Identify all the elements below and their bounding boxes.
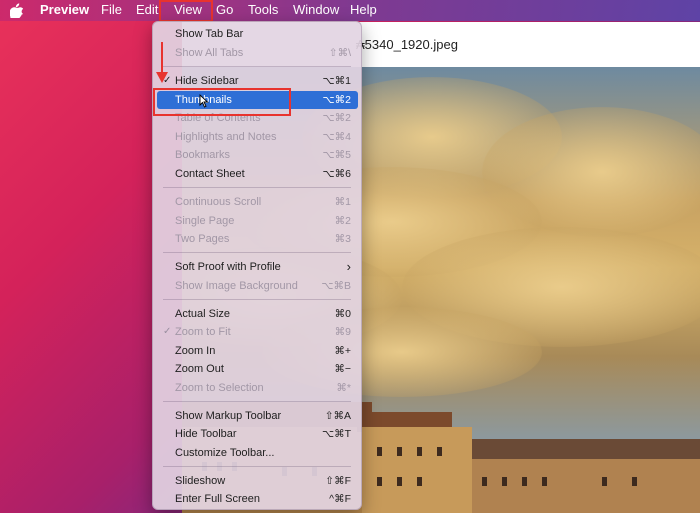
menu-item-zoom-to-selection: Zoom to Selection ⌘*	[157, 379, 358, 397]
menu-item-shortcut: ⌘3	[334, 233, 351, 245]
menu-item-shortcut: ^⌘F	[329, 493, 351, 505]
menu-item-show-tab-bar[interactable]: Show Tab Bar	[157, 25, 358, 43]
menu-item-label: Show All Tabs	[175, 47, 244, 59]
window-title: ₳5340_1920.jpeg	[356, 37, 458, 52]
checkmark-icon: ✓	[163, 326, 172, 337]
menu-go[interactable]: Go	[216, 0, 233, 21]
menu-item-shortcut: ⇧⌘\	[328, 47, 351, 59]
menu-item-shortcut: ⌘1	[334, 196, 351, 208]
menu-item-label: Zoom In	[175, 345, 216, 357]
menu-item-shortcut: ⌘9	[334, 326, 351, 338]
menu-item-show-all-tabs: Show All Tabs ⇧⌘\	[157, 44, 358, 62]
menu-item-soft-proof-with-profile[interactable]: Soft Proof with Profile ›	[157, 258, 358, 276]
menu-item-label: Hide Toolbar	[175, 428, 237, 440]
annotation-arrow-shaft	[161, 42, 163, 76]
menu-item-highlights-and-notes: Highlights and Notes ⌥⌘4	[157, 128, 358, 146]
menu-item-contact-sheet[interactable]: Contact Sheet ⌥⌘6	[157, 165, 358, 183]
menu-help[interactable]: Help	[350, 0, 377, 21]
mouse-cursor-icon	[199, 94, 209, 108]
menu-window[interactable]: Window	[293, 0, 339, 21]
menu-item-label: Soft Proof with Profile	[175, 261, 281, 273]
menu-item-single-page: Single Page ⌘2	[157, 212, 358, 230]
menu-item-shortcut: ⌘2	[334, 215, 351, 227]
menu-item-shortcut: ⌥⌘1	[322, 75, 351, 87]
menu-separator	[163, 66, 351, 67]
menu-item-label: Contact Sheet	[175, 168, 245, 180]
menu-bar: Preview File Edit View Go Tools Window H…	[0, 0, 700, 21]
menu-file[interactable]: File	[101, 0, 122, 21]
menu-item-label: Show Tab Bar	[175, 28, 244, 40]
menu-item-hide-toolbar[interactable]: Hide Toolbar ⌥⌘T	[157, 425, 358, 443]
menu-item-shortcut: ⌥⌘B	[321, 280, 351, 292]
menu-item-label: Actual Size	[175, 308, 231, 320]
menu-item-customize-toolbar[interactable]: Customize Toolbar...	[157, 444, 358, 462]
menu-item-continuous-scroll: Continuous Scroll ⌘1	[157, 193, 358, 211]
menu-separator	[163, 466, 351, 467]
menu-item-shortcut: ⌘−	[334, 363, 351, 375]
menu-item-shortcut: ⇧⌘A	[324, 410, 351, 422]
menu-item-shortcut: ⌥⌘T	[321, 428, 351, 440]
menu-item-shortcut: ⌘+	[334, 345, 351, 357]
menu-item-label: Continuous Scroll	[175, 196, 262, 208]
menu-item-show-markup-toolbar[interactable]: Show Markup Toolbar ⇧⌘A	[157, 407, 358, 425]
menu-separator	[163, 187, 351, 188]
menu-tools[interactable]: Tools	[248, 0, 278, 21]
menu-item-label: Zoom to Selection	[175, 382, 264, 394]
menu-item-enter-full-screen[interactable]: Enter Full Screen ^⌘F	[157, 490, 358, 508]
menu-item-shortcut: ⌥⌘2	[322, 94, 351, 106]
apple-logo-icon[interactable]	[10, 3, 23, 18]
menu-item-bookmarks: Bookmarks ⌥⌘5	[157, 146, 358, 164]
menu-separator	[163, 401, 351, 402]
menu-item-shortcut: ⌥⌘4	[322, 131, 351, 143]
menu-item-label: Customize Toolbar...	[175, 447, 275, 459]
menu-item-label: Show Markup Toolbar	[175, 410, 282, 422]
menu-item-shortcut: ⌘0	[334, 308, 351, 320]
menu-item-label: Enter Full Screen	[175, 493, 260, 505]
menu-item-shortcut: ⌥⌘6	[322, 168, 351, 180]
thumbnails-annotation-box	[153, 88, 291, 116]
menu-separator	[163, 299, 351, 300]
menu-item-label: Show Image Background	[175, 280, 298, 292]
menu-item-label: Two Pages	[175, 233, 230, 245]
menu-item-shortcut: ⌥⌘5	[322, 149, 351, 161]
menu-edit[interactable]: Edit	[136, 0, 158, 21]
menu-preview[interactable]: Preview	[40, 0, 89, 21]
menu-item-zoom-in[interactable]: Zoom In ⌘+	[157, 342, 358, 360]
view-menu-annotation-box	[159, 0, 213, 22]
submenu-chevron-icon: ›	[346, 259, 351, 274]
menu-item-label: Single Page	[175, 215, 235, 227]
menu-item-label: Slideshow	[175, 475, 226, 487]
menu-item-shortcut: ⌘*	[336, 382, 351, 394]
menu-item-show-image-background: Show Image Background ⌥⌘B	[157, 277, 358, 295]
menu-item-shortcut: ⇧⌘F	[325, 475, 351, 487]
menu-item-zoom-to-fit: ✓ Zoom to Fit ⌘9	[157, 323, 358, 341]
annotation-arrow-head-icon	[156, 72, 168, 83]
menu-item-label: Highlights and Notes	[175, 131, 277, 143]
menu-item-shortcut: ⌥⌘2	[322, 112, 351, 124]
menu-item-zoom-out[interactable]: Zoom Out ⌘−	[157, 360, 358, 378]
menu-item-label: Bookmarks	[175, 149, 231, 161]
menu-separator	[163, 252, 351, 253]
menu-item-label: Zoom Out	[175, 363, 224, 375]
menu-item-two-pages: Two Pages ⌘3	[157, 230, 358, 248]
menu-item-slideshow[interactable]: Slideshow ⇧⌘F	[157, 472, 358, 490]
menu-item-label: Zoom to Fit	[175, 326, 231, 338]
menu-item-actual-size[interactable]: Actual Size ⌘0	[157, 305, 358, 323]
